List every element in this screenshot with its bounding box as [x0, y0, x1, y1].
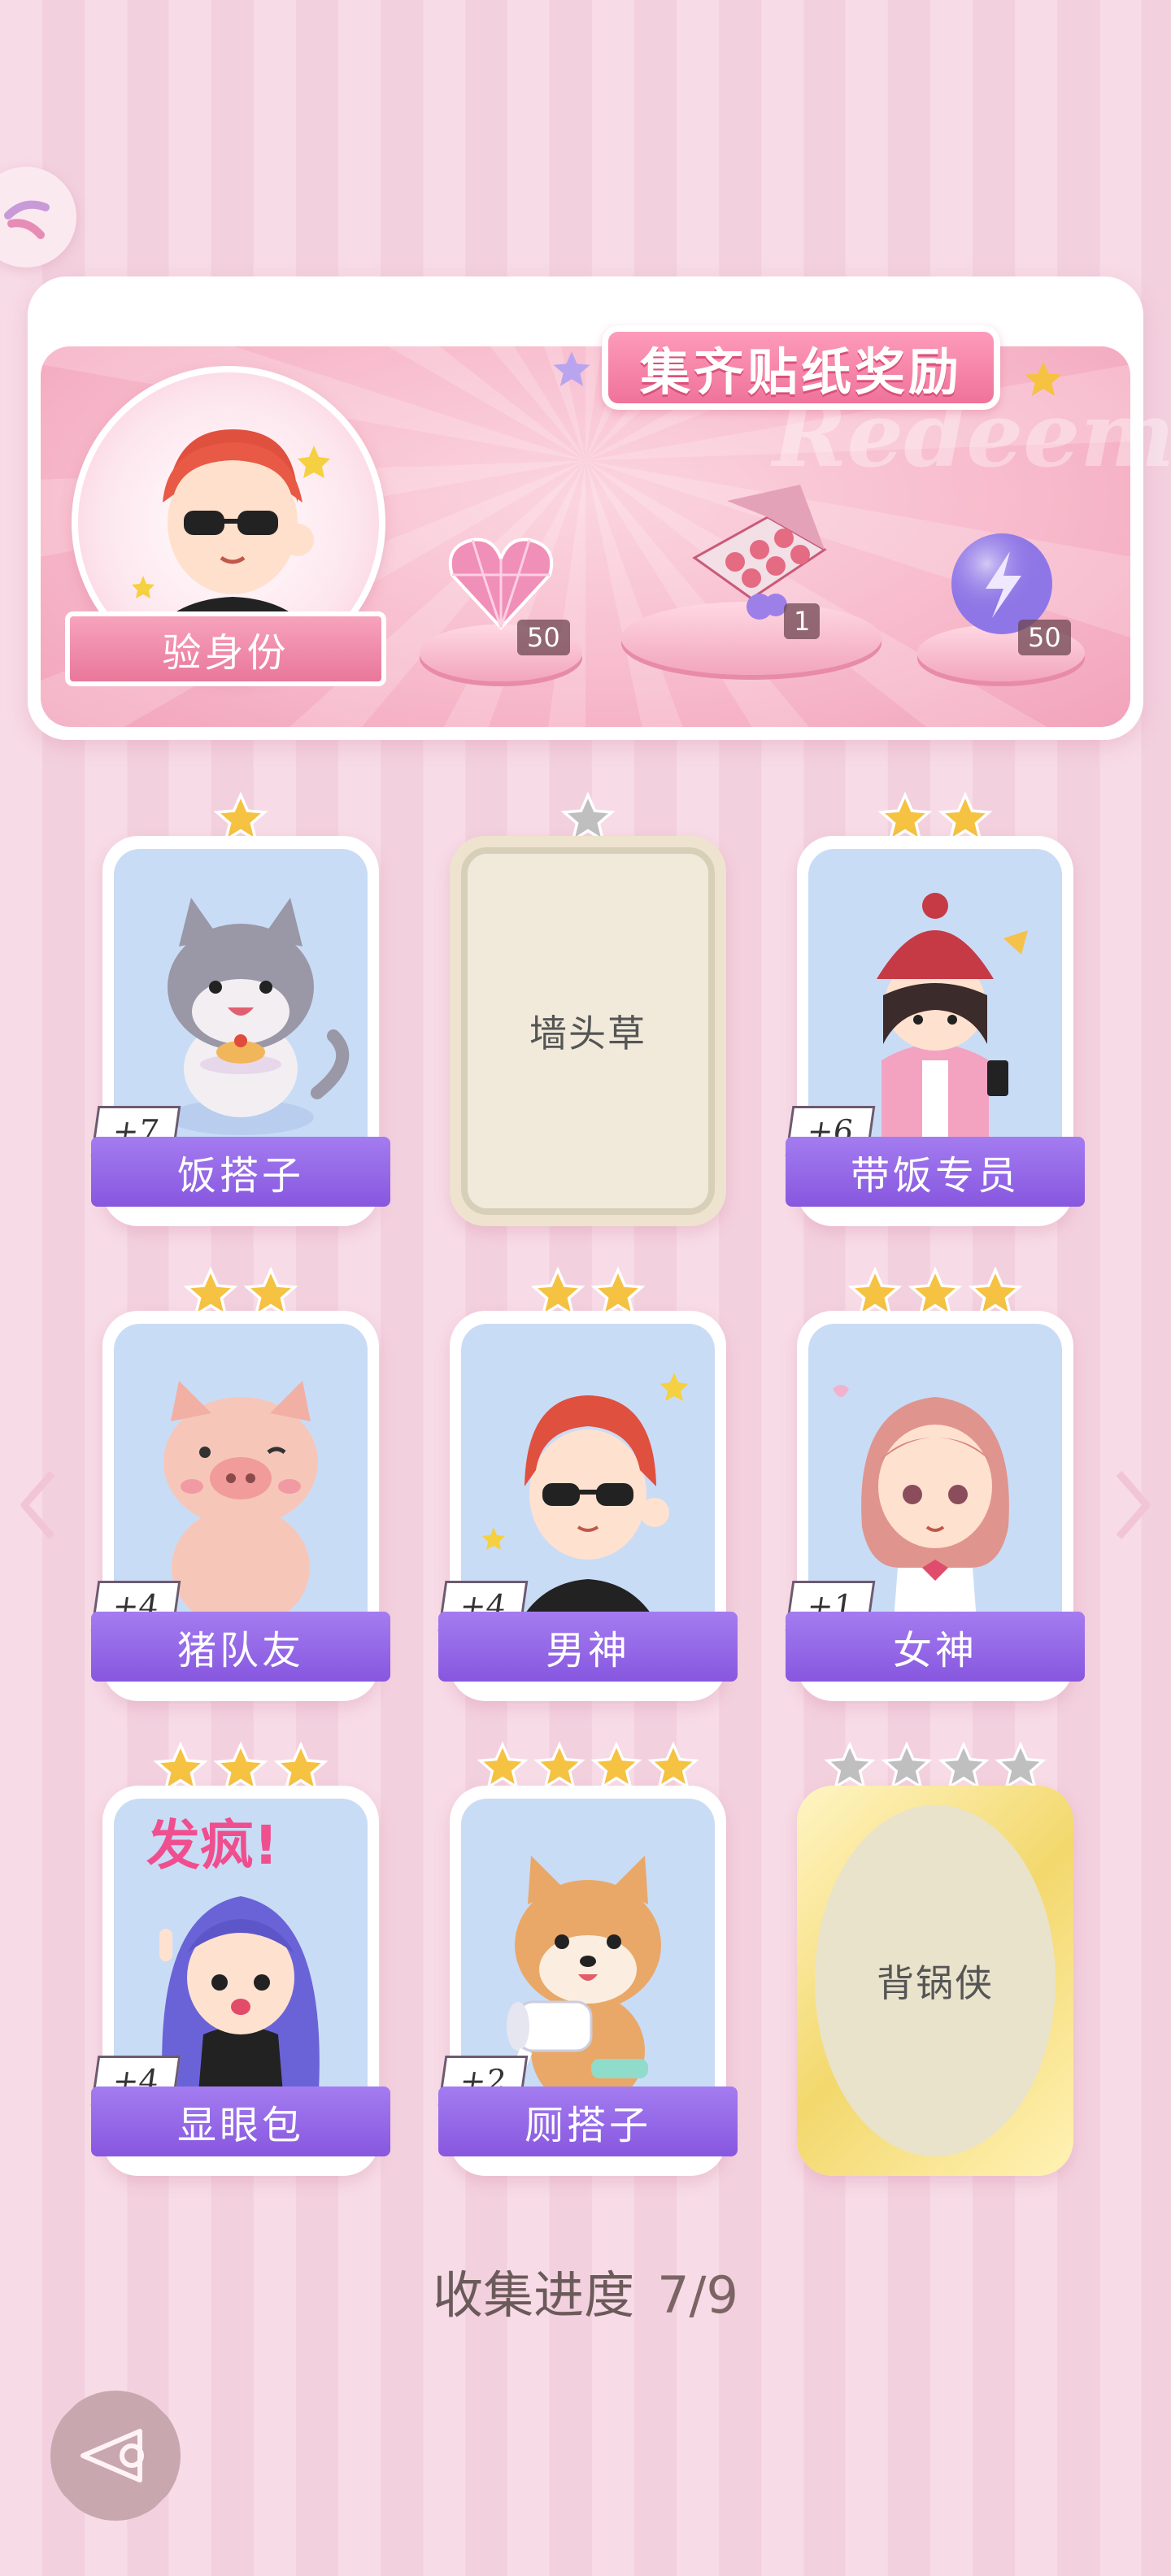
- sticker-name: 女神: [786, 1612, 1085, 1682]
- sticker-card[interactable]: +4 猪队友: [90, 1311, 390, 1701]
- sticker-name: 背锅侠: [877, 1961, 994, 2005]
- progress-value: 7/9: [657, 2265, 738, 2325]
- sticker-name: 显眼包: [91, 2086, 390, 2156]
- reward-count: 50: [517, 620, 570, 655]
- progress-label: 收集进度: [433, 2265, 635, 2325]
- sparkle-star-icon: [553, 351, 590, 387]
- sticker-name: 猪队友: [91, 1612, 390, 1682]
- sticker-name: 厕搭子: [438, 2086, 738, 2156]
- sticker-card[interactable]: +4 男神: [437, 1311, 738, 1701]
- sticker-placeholder: 背锅侠: [815, 1805, 1056, 2156]
- next-page-button[interactable]: [1104, 1460, 1161, 1550]
- sticker-name: 带饭专员: [786, 1137, 1085, 1207]
- sticker-placeholder: 墙头草: [461, 847, 715, 1215]
- sticker-card[interactable]: 发疯! +4 显眼包: [90, 1786, 390, 2176]
- sticker-name: 饭搭子: [91, 1137, 390, 1207]
- previous-page-button[interactable]: [10, 1460, 67, 1550]
- collection-progress: 收集进度 7/9: [0, 2254, 1171, 2327]
- reward-count: 50: [1018, 620, 1071, 655]
- chevron-right-icon: [1116, 1471, 1151, 1539]
- sticker-card[interactable]: +2 厕搭子: [437, 1786, 738, 2176]
- reward-count: 1: [784, 603, 821, 639]
- back-triangle-icon: [81, 2429, 144, 2482]
- sparkle-star-icon: [1025, 361, 1062, 397]
- menu-fab-button[interactable]: [0, 167, 76, 268]
- verify-identity-button[interactable]: 验身份: [65, 611, 386, 686]
- sticker-card[interactable]: +6 带饭专员: [785, 836, 1085, 1226]
- gift-box-icon[interactable]: [678, 485, 833, 623]
- sticker-card[interactable]: +1 女神: [785, 1311, 1085, 1701]
- sticker-card[interactable]: 墙头草: [450, 836, 726, 1226]
- back-button[interactable]: [50, 2391, 181, 2521]
- sticker-name: 男神: [438, 1612, 738, 1682]
- pinwheel-icon: [4, 200, 50, 239]
- sticker-name: 墙头草: [529, 1012, 646, 1055]
- chevron-left-icon: [20, 1471, 55, 1539]
- sticker-caption: 发疯!: [146, 1814, 278, 1877]
- sticker-card[interactable]: +7 饭搭子: [90, 836, 390, 1226]
- sticker-card[interactable]: 背锅侠: [797, 1786, 1073, 2176]
- banner-title: 集齐贴纸奖励: [602, 325, 1000, 410]
